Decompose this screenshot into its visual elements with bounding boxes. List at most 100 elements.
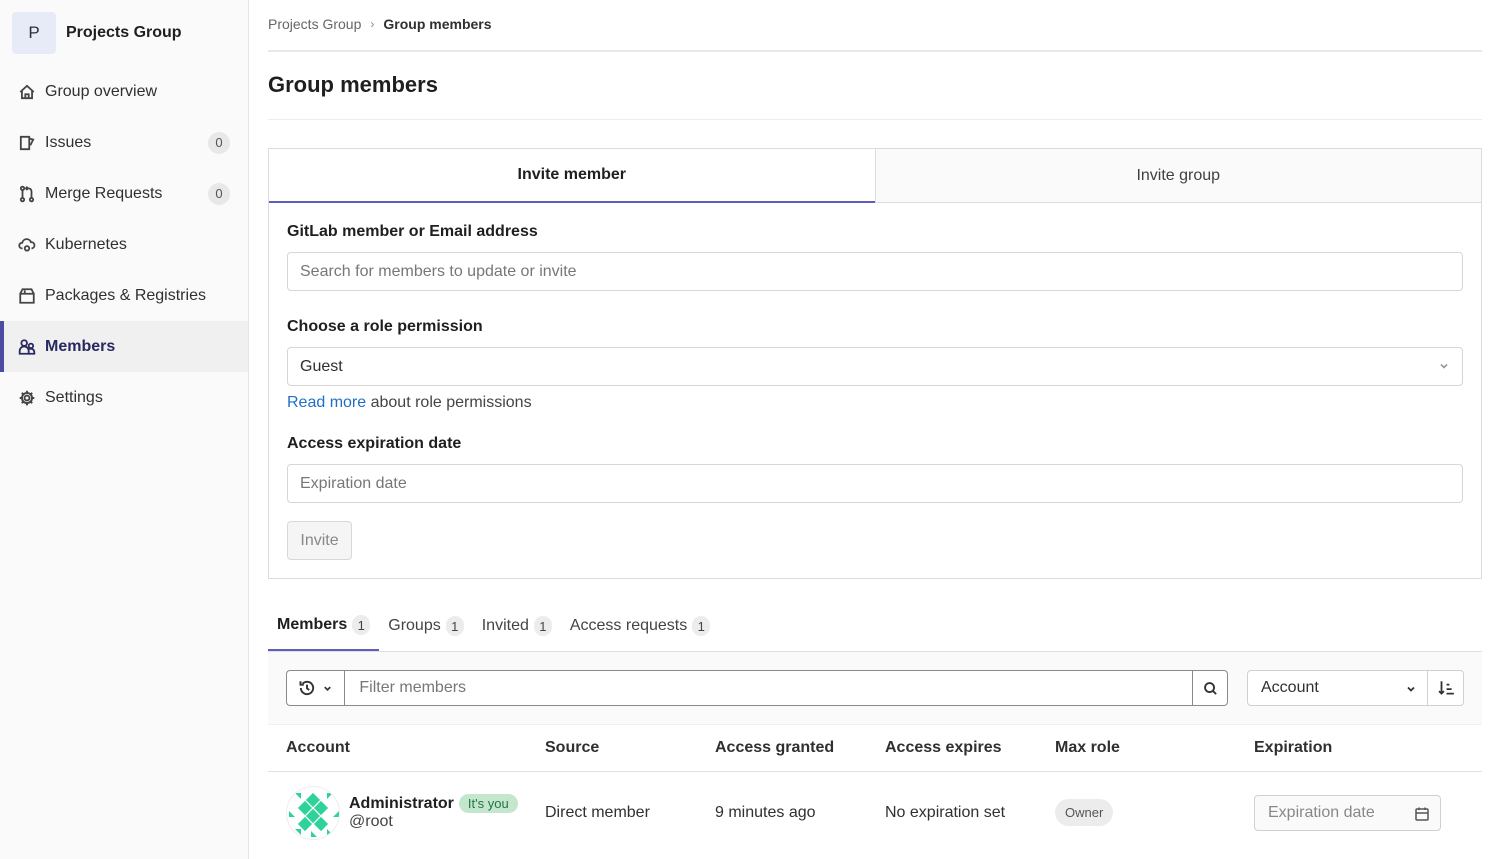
source-cell: Direct member [545, 803, 650, 821]
users-icon [18, 338, 36, 356]
role-help-suffix: about role permissions [366, 394, 532, 411]
sidebar-item-label: Settings [45, 388, 103, 406]
main-content: Projects Group › Group members Group mem… [268, 0, 1482, 854]
role-help-text: Read more about role permissions [287, 394, 1463, 412]
sidebar-item-label: Packages & Registries [45, 286, 206, 304]
recent-searches-button[interactable] [286, 670, 345, 706]
expiration-placeholder: Expiration date [1268, 803, 1375, 821]
filter-bar: Filter members Account [268, 652, 1482, 725]
chevron-right-icon: › [370, 17, 375, 31]
sidebar-nav: Group overview Issues 0 Merge Requests 0… [0, 66, 248, 423]
table-row: Administrator It's you @root Direct memb… [268, 771, 1482, 854]
tab-count-badge: 1 [445, 616, 464, 636]
tab-count-badge: 1 [533, 616, 552, 636]
sort-direction-button[interactable] [1428, 670, 1464, 706]
search-button[interactable] [1193, 670, 1228, 706]
column-header-account[interactable]: Account [268, 725, 545, 772]
sort-ascending-icon [1437, 681, 1454, 695]
column-header-max-role[interactable]: Max role [1055, 725, 1254, 772]
expiration-date-placeholder: Expiration date [300, 474, 407, 492]
page-title: Group members [268, 52, 1482, 120]
calendar-icon[interactable] [1414, 806, 1430, 822]
sort-by-dropdown[interactable]: Account [1247, 670, 1428, 706]
breadcrumb-current[interactable]: Group members [383, 16, 491, 32]
column-header-source: Source [545, 725, 715, 772]
chevron-down-icon [1440, 363, 1448, 369]
tab-count-badge: 1 [352, 615, 371, 635]
member-field-label: GitLab member or Email address [287, 223, 538, 240]
breadcrumb-parent-link[interactable]: Projects Group [268, 16, 361, 32]
tab-groups[interactable]: Groups 1 [379, 601, 472, 651]
breadcrumb: Projects Group › Group members [268, 0, 1482, 52]
tab-invite-group[interactable]: Invite group [874, 149, 1481, 203]
chevron-down-icon [1407, 686, 1415, 692]
history-icon [299, 680, 315, 696]
sidebar-item-label: Issues [45, 133, 92, 151]
member-search-placeholder: Search for members to update or invite [300, 262, 577, 280]
settings-icon [18, 389, 36, 407]
home-icon [18, 83, 36, 101]
sidebar-item-merge-requests[interactable]: Merge Requests 0 [0, 168, 248, 219]
role-badge: Owner [1055, 799, 1114, 827]
invite-card: Invite member Invite group GitLab member… [268, 148, 1482, 579]
sidebar: P Projects Group Group overview Issues 0… [0, 0, 249, 859]
account-cell: Administrator It's you @root [268, 771, 545, 854]
tab-label: Members [277, 616, 348, 633]
chevron-down-icon [324, 686, 332, 691]
sidebar-item-packages-registries[interactable]: Packages & Registries [0, 270, 248, 321]
tab-label: Access requests [569, 617, 688, 634]
column-header-access-expires: Access expires [885, 725, 1055, 772]
tab-count-badge: 1 [692, 616, 711, 636]
tab-access-requests[interactable]: Access requests 1 [561, 601, 719, 651]
its-you-badge: It's you [458, 794, 518, 814]
invite-tabs: Invite member Invite group [269, 149, 1481, 203]
invite-form: GitLab member or Email address Search fo… [269, 203, 1481, 578]
invite-button[interactable]: Invite [287, 521, 352, 560]
max-role-cell: Owner [1055, 771, 1254, 854]
member-expiration-date-input[interactable]: Expiration date [1254, 794, 1441, 831]
sidebar-item-members[interactable]: Members [0, 321, 248, 372]
merge-requests-count-badge: 0 [208, 182, 230, 205]
group-avatar: P [12, 12, 56, 54]
member-search-input[interactable]: Search for members to update or invite [287, 252, 1463, 291]
tab-label: Invited [481, 617, 529, 634]
merge-request-icon [18, 185, 36, 203]
sidebar-item-label: Kubernetes [45, 235, 127, 253]
access-expires-cell: No expiration set [885, 803, 1006, 821]
access-granted-cell: 9 minutes ago [715, 803, 816, 821]
role-field-label: Choose a role permission [287, 318, 483, 335]
expiration-field-label: Access expiration date [287, 435, 462, 452]
sidebar-item-group-overview[interactable]: Group overview [0, 66, 248, 117]
search-icon [1203, 681, 1217, 695]
sort-by-value: Account [1261, 679, 1319, 696]
expiration-date-input[interactable]: Expiration date [287, 464, 1463, 503]
tab-members[interactable]: Members 1 [268, 601, 380, 651]
sidebar-item-kubernetes[interactable]: Kubernetes [0, 219, 248, 270]
filter-placeholder: Filter members [359, 679, 467, 696]
sidebar-item-issues[interactable]: Issues 0 [0, 117, 248, 168]
expiration-cell: Expiration date [1254, 771, 1482, 854]
sidebar-item-label: Group overview [45, 82, 158, 100]
tab-label: Groups [388, 617, 441, 634]
group-header[interactable]: P Projects Group [0, 0, 248, 66]
column-header-access-granted[interactable]: Access granted [715, 725, 885, 772]
user-username: @root [349, 813, 393, 831]
issues-icon [18, 134, 36, 152]
sidebar-item-label: Merge Requests [45, 184, 163, 202]
member-tabs: Members 1 Groups 1 Invited 1 Access requ… [268, 601, 1482, 652]
role-select[interactable]: Guest [287, 347, 1463, 386]
sort-controls: Account [1247, 670, 1464, 706]
sidebar-item-settings[interactable]: Settings [0, 372, 248, 423]
user-display-name[interactable]: Administrator [349, 795, 454, 813]
cloud-gear-icon [18, 236, 36, 254]
table-header-row: Account Source Access granted Access exp… [268, 725, 1482, 772]
identicon-image [289, 792, 339, 837]
user-avatar[interactable] [286, 785, 340, 840]
filter-members-input[interactable]: Filter members [344, 670, 1194, 706]
role-select-value: Guest [300, 357, 343, 375]
column-header-expiration: Expiration [1254, 725, 1482, 772]
tab-invited[interactable]: Invited 1 [473, 601, 561, 651]
tab-invite-member[interactable]: Invite member [269, 149, 875, 203]
read-more-link[interactable]: Read more [287, 394, 366, 411]
group-name[interactable]: Projects Group [66, 24, 182, 42]
